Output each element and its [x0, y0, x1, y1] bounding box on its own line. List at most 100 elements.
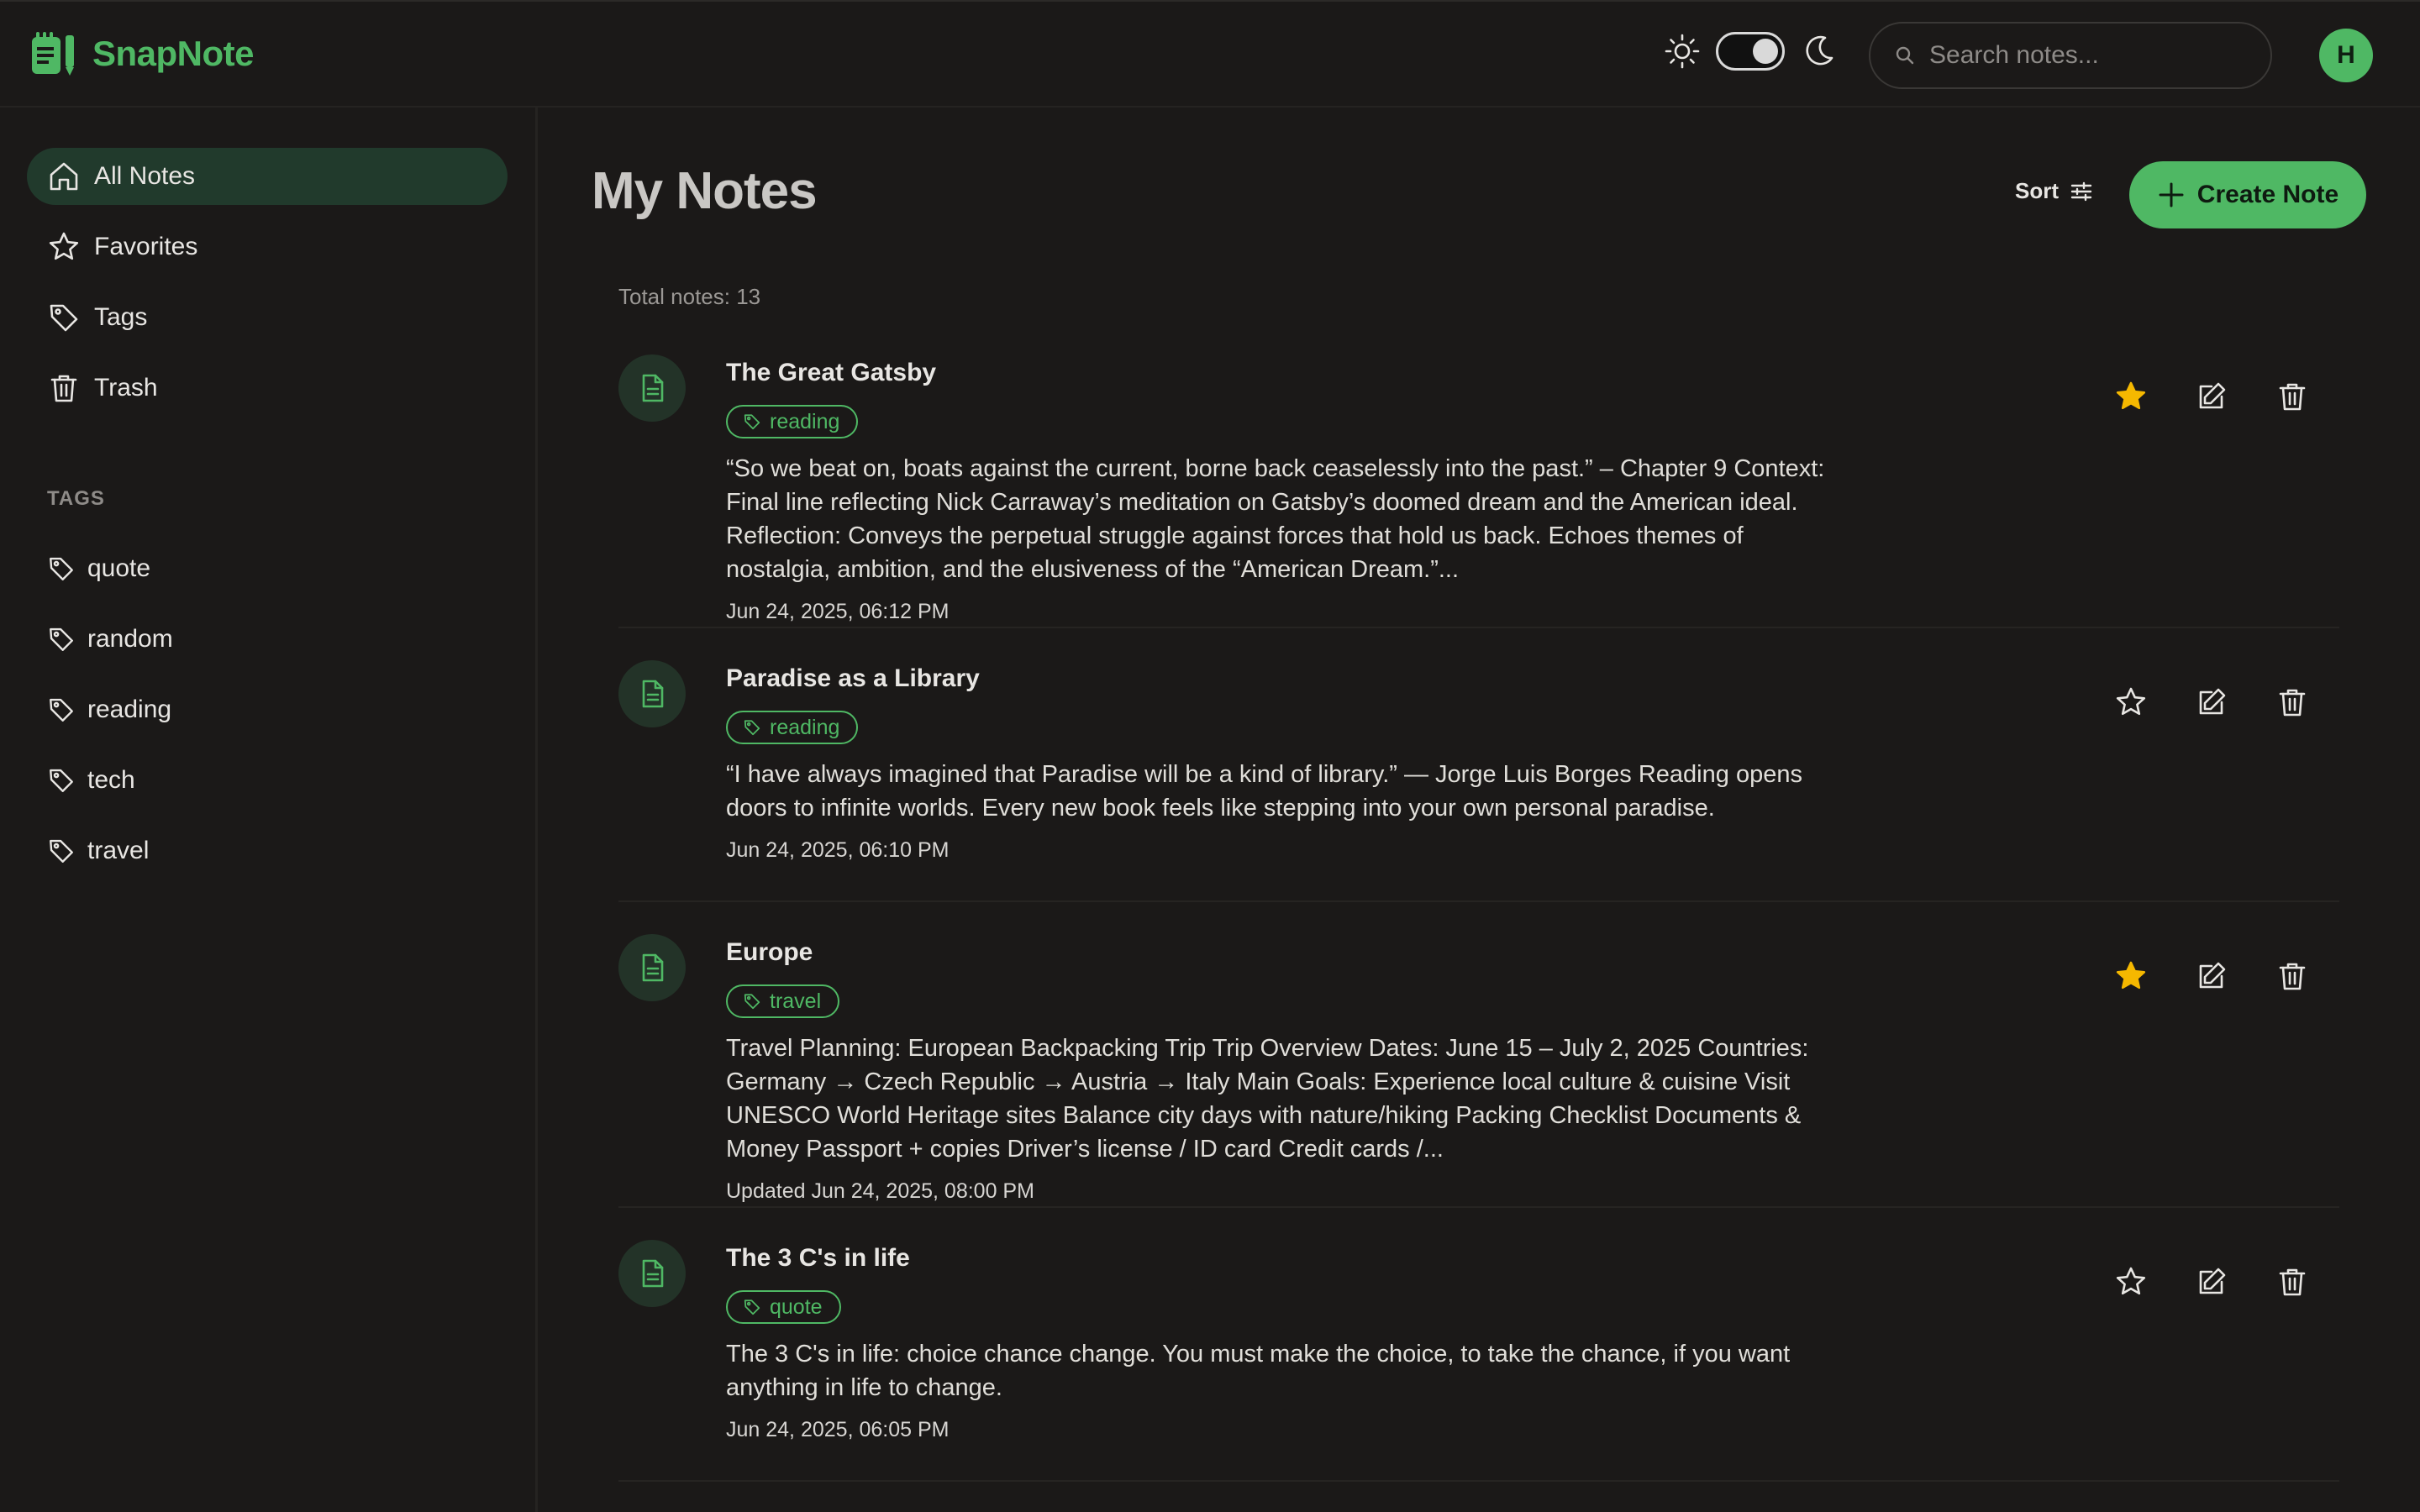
note-tag-chip[interactable]: reading [726, 405, 859, 438]
trash-icon [2279, 963, 2306, 990]
note-row[interactable]: Paradise as a Library reading “I have alwa… [618, 650, 2339, 902]
favorite-button[interactable] [2114, 1265, 2148, 1299]
sidebar-item-favorites[interactable]: Favorites [27, 218, 508, 276]
sort-button[interactable]: Sort [2015, 178, 2094, 204]
document-icon [642, 374, 664, 402]
note-tag-label: reading [770, 409, 840, 433]
note-preview: “I have always imagined that Paradise wi… [726, 761, 1802, 822]
note-actions [2114, 380, 2356, 413]
note-tag-label: reading [770, 715, 840, 739]
sidebar: All Notes Favorites Tags Trash TAGS quot… [0, 108, 538, 1512]
note-row[interactable]: Europe travel Travel Planning: European Ba… [618, 924, 2339, 1208]
note-preview: The 3 C's in life: choice chance change.… [726, 1341, 1791, 1401]
user-avatar[interactable]: H [2319, 29, 2373, 82]
sidebar-tag-travel[interactable]: travel [47, 830, 149, 872]
sort-label: Sort [2015, 178, 2059, 203]
edit-button[interactable] [2195, 685, 2228, 719]
note-tag-chip[interactable]: travel [726, 984, 840, 1018]
note-tag-label: travel [770, 989, 822, 1013]
tag-icon [744, 994, 760, 1010]
note-row[interactable]: The 3 C's in life quote The 3 C's in life:… [618, 1230, 2339, 1482]
tag-label: random [87, 625, 173, 653]
note-date: Updated Jun 24, 2025, 08:00 PM [726, 1179, 1034, 1203]
tag-label: tech [87, 766, 135, 794]
sidebar-item-all-notes[interactable]: All Notes [27, 148, 508, 205]
edit-icon [2199, 382, 2226, 409]
sidebar-item-tags[interactable]: Tags [27, 289, 508, 346]
favorite-star-filled-icon [2116, 961, 2146, 990]
note-title: The 3 C's in life [726, 1244, 910, 1272]
sidebar-item-label: Tags [94, 303, 148, 331]
note-title: Europe [726, 938, 813, 966]
edit-icon [2199, 1268, 2226, 1294]
note-tag-chip[interactable]: reading [726, 711, 859, 744]
tag-icon [50, 627, 73, 651]
note-actions [2114, 685, 2356, 719]
delete-button[interactable] [2275, 685, 2309, 719]
edit-icon [2199, 962, 2226, 989]
tag-icon [50, 839, 73, 863]
tag-icon [744, 1299, 760, 1315]
sidebar-item-trash[interactable]: Trash [27, 360, 508, 417]
delete-button[interactable] [2275, 1265, 2309, 1299]
edit-button[interactable] [2195, 1265, 2228, 1299]
note-title: The Great Gatsby [726, 359, 937, 386]
note-tag-label: quote [770, 1294, 823, 1319]
toggle-knob [1753, 39, 1778, 64]
theme-toggle[interactable] [1716, 32, 1785, 71]
note-tag-chip[interactable]: quote [726, 1290, 841, 1324]
note-preview: “So we beat on, boats against the curren… [726, 455, 1825, 583]
favorite-button[interactable] [2114, 685, 2148, 719]
top-bar: SnapNote H [0, 0, 2420, 108]
note-title: Paradise as a Library [726, 664, 980, 692]
note-date: Jun 24, 2025, 06:05 PM [726, 1418, 950, 1441]
sun-icon [1665, 34, 1700, 69]
sliders-icon [2070, 181, 2092, 201]
note-preview: Travel Planning: European Backpacking Tr… [726, 1035, 1809, 1163]
note-row[interactable]: The Great Gatsby reading “So we beat on, b… [618, 344, 2339, 628]
note-icon [618, 934, 686, 1001]
sidebar-tag-tech[interactable]: tech [47, 759, 135, 801]
tag-label: quote [87, 554, 151, 582]
delete-button[interactable] [2275, 380, 2309, 413]
favorite-button[interactable] [2114, 959, 2148, 993]
tag-icon [50, 557, 73, 580]
favorite-star-filled-icon [2116, 381, 2146, 410]
document-icon [642, 680, 664, 708]
edit-icon [2199, 688, 2226, 715]
search-box[interactable] [1869, 22, 2272, 89]
note-body: The 3 C's in life quote The 3 C's in life:… [726, 1242, 1852, 1445]
edit-button[interactable] [2195, 959, 2228, 993]
favorite-button[interactable] [2114, 380, 2148, 413]
trash-icon [2279, 1268, 2306, 1296]
sidebar-tag-quote[interactable]: quote [47, 548, 150, 590]
sidebar-tag-random[interactable]: random [47, 618, 173, 660]
note-icon [618, 354, 686, 422]
sidebar-tag-reading[interactable]: reading [47, 689, 171, 731]
trash-icon [2279, 383, 2306, 411]
create-note-button[interactable]: Create Note [2129, 161, 2366, 228]
note-body: The Great Gatsby reading “So we beat on, b… [726, 356, 1852, 627]
delete-button[interactable] [2275, 959, 2309, 993]
home-icon [50, 162, 78, 191]
search-input[interactable] [1929, 41, 2265, 70]
note-body: Paradise as a Library reading “I have alwa… [726, 662, 1852, 865]
note-date: Jun 24, 2025, 06:10 PM [726, 838, 950, 862]
note-actions [2114, 1265, 2356, 1299]
edit-button[interactable] [2195, 380, 2228, 413]
star-icon [49, 232, 79, 260]
tag-icon [744, 720, 760, 736]
sidebar-item-label: Trash [94, 374, 158, 402]
moon-icon [1806, 35, 1833, 66]
theme-switcher [1664, 32, 1837, 71]
total-notes: Total notes: 13 [618, 284, 761, 309]
tags-heading: TAGS [47, 487, 105, 510]
app-logo[interactable]: SnapNote [29, 29, 255, 79]
tag-label: reading [87, 696, 172, 723]
favorite-star-icon [2116, 1267, 2146, 1295]
plus-icon [2159, 182, 2184, 207]
tag-icon [50, 769, 73, 792]
favorite-star-icon [2116, 687, 2146, 716]
trash-icon [50, 375, 77, 402]
tag-icon [744, 414, 760, 430]
